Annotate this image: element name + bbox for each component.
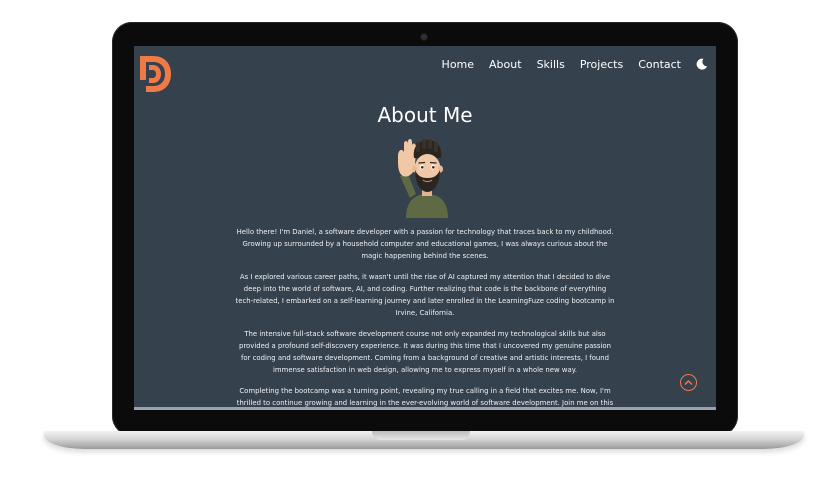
- about-text: Hello there! I'm Daniel, a software deve…: [234, 226, 616, 410]
- scroll-to-top-button[interactable]: [680, 374, 697, 391]
- about-paragraph-2: As I explored various career paths, it w…: [235, 273, 615, 317]
- page-title: About Me: [377, 103, 473, 127]
- main-nav: Home About Skills Projects Contact: [442, 52, 716, 76]
- nav-contact[interactable]: Contact: [638, 58, 681, 71]
- nav-home[interactable]: Home: [442, 58, 474, 71]
- moon-icon[interactable]: [696, 58, 708, 70]
- nav-projects[interactable]: Projects: [580, 58, 623, 71]
- screen-bottom-edge: [134, 407, 716, 410]
- about-paragraph-1: Hello there! I'm Daniel, a software deve…: [236, 228, 614, 260]
- about-paragraph-3: The intensive full-stack software develo…: [239, 330, 611, 374]
- laptop-notch: [372, 431, 470, 440]
- nav-about[interactable]: About: [489, 58, 522, 71]
- nav-skills[interactable]: Skills: [537, 58, 565, 71]
- webcam: [421, 34, 427, 40]
- dp-logo[interactable]: [137, 54, 173, 94]
- browser-viewport: Home About Skills Projects Contact About…: [134, 46, 716, 410]
- chevron-up-icon: [684, 380, 693, 385]
- waving-avatar: [398, 139, 448, 218]
